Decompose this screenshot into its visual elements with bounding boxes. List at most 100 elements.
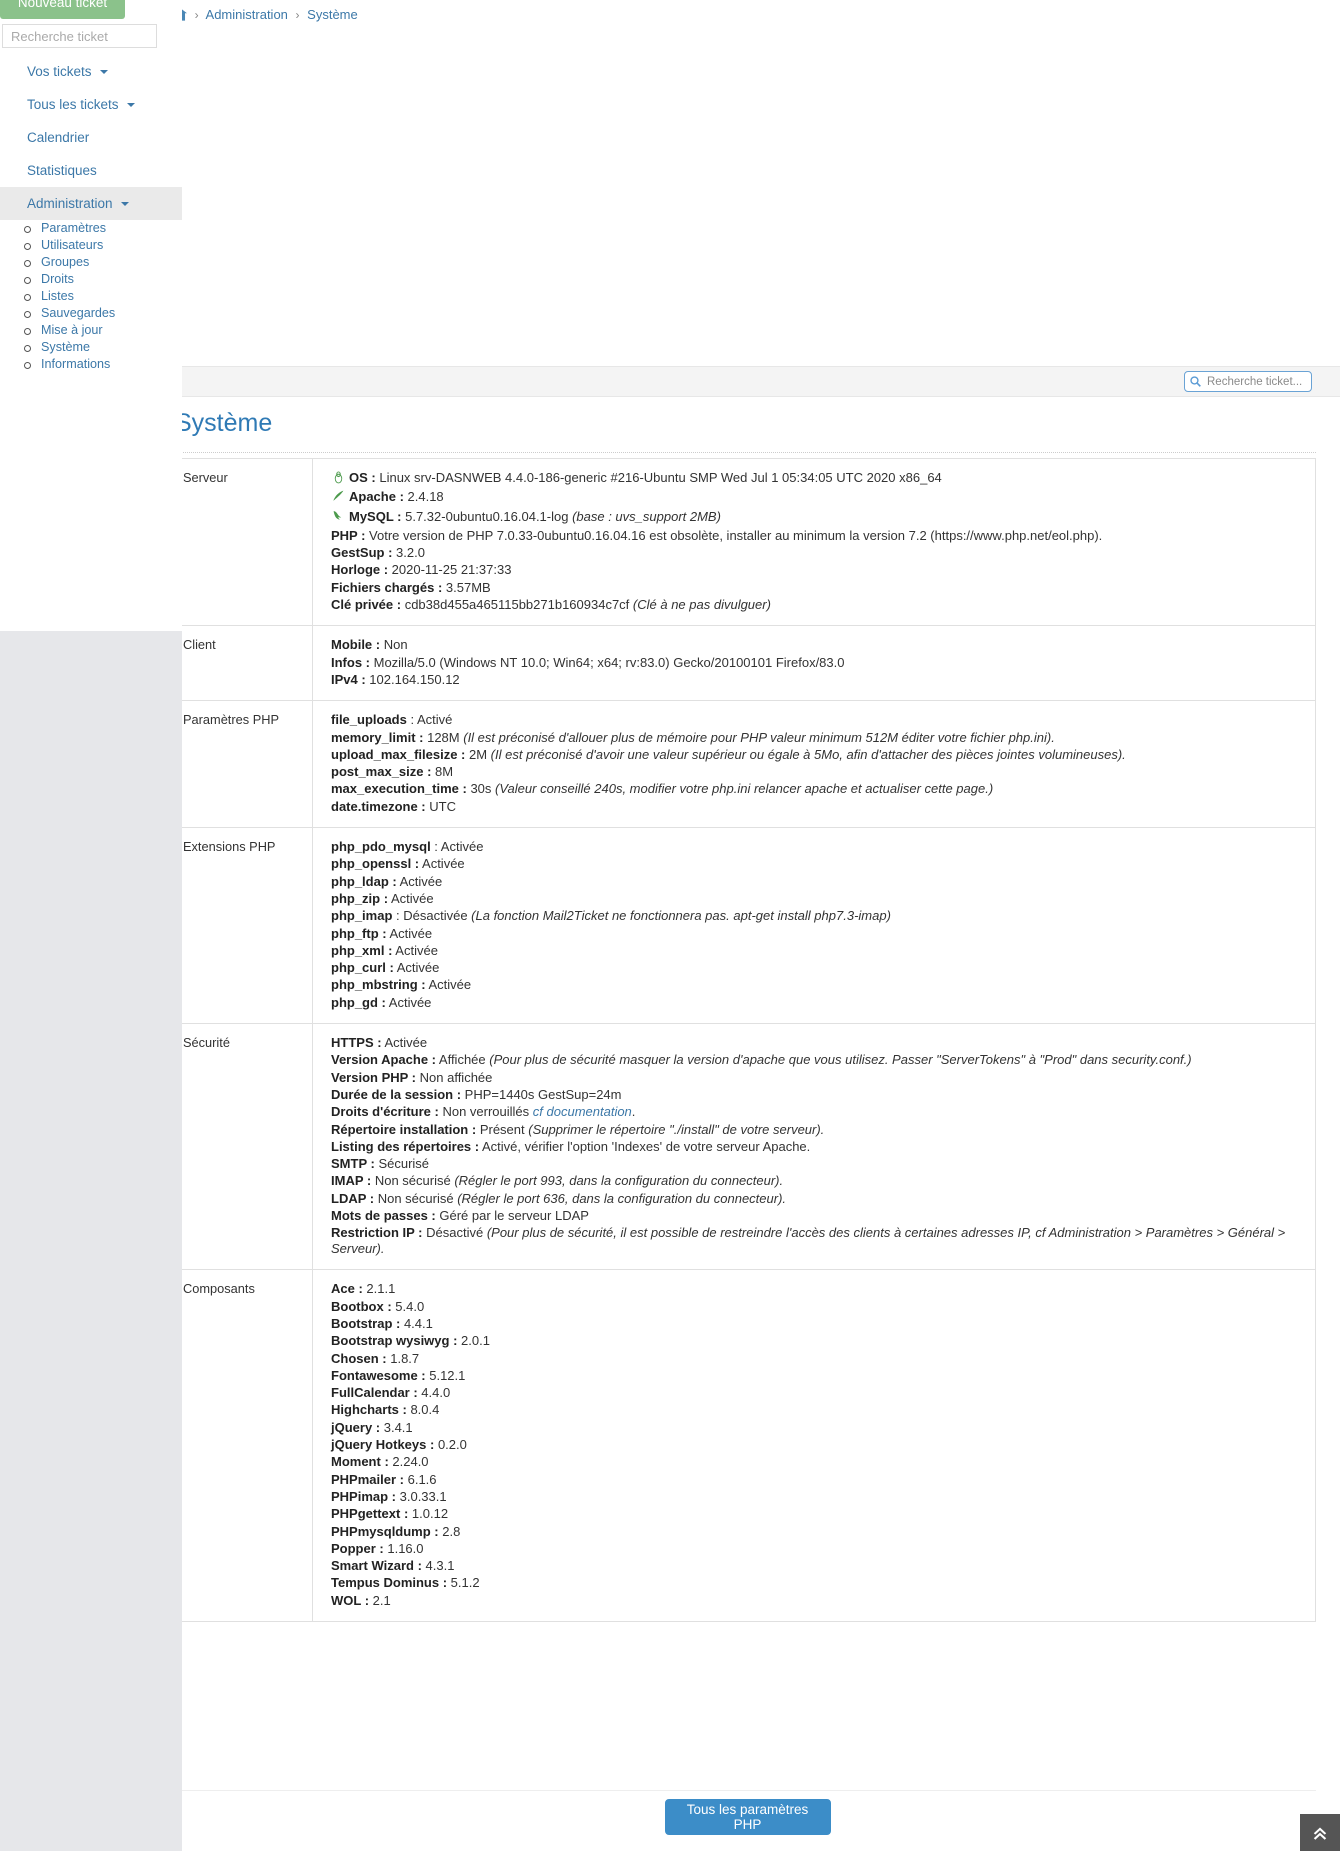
info-line-key: php_gd : [331,994,386,1010]
info-line-key: file_uploads [331,712,407,728]
info-line-value: 2.24.0 [388,1454,429,1470]
info-line-key: PHPmysqldump : [331,1523,439,1539]
sidebar-nav: Vos tickets Tous les tickets Calendrier … [0,55,182,373]
info-line-value: 3.2.0 [392,545,425,561]
new-ticket-button[interactable]: Nouveau ticket [0,0,125,19]
all-php-params-button[interactable]: Tous les paramètres PHP [664,1799,831,1835]
chevron-down-icon [121,202,130,206]
info-line: php_ldap : Activée [331,874,1301,890]
info-line-key: FullCalendar : [331,1385,418,1401]
list-item: Utilisateurs [0,237,182,254]
sidebar-subitem-informations[interactable]: Informations [41,357,110,371]
sidebar-item-label: Administration [27,196,113,211]
sidebar-subitem-mise-a-jour[interactable]: Mise à jour [41,323,103,337]
info-line: max_execution_time : 30s (Valeur conseil… [331,781,1301,797]
info-line: php_mbstring : Activée [331,977,1301,993]
chevron-down-icon [100,70,109,74]
info-line: post_max_size : 8M [331,764,1301,780]
info-line-value: 5.12.1 [425,1367,466,1383]
info-line: IMAP : Non sécurisé (Régler le port 993,… [331,1173,1301,1189]
sidebar-subnav-administration: Paramètres Utilisateurs Groupes Droits L… [0,220,182,373]
info-line-value: 3.4.1 [380,1419,413,1435]
info-line: Répertoire installation : Présent (Suppr… [331,1122,1301,1138]
info-line-value: Présent [476,1121,525,1137]
info-line-value: 4.4.0 [417,1385,451,1401]
info-line: Bootstrap wysiwyg : 2.0.1 [331,1333,1301,1349]
info-line-key: Fontawesome : [331,1367,426,1383]
info-line-key: date.timezone : [331,798,426,814]
linux-icon [331,470,346,488]
info-line-key: Version PHP : [331,1069,417,1085]
info-line-value: 3.0.33.1 [396,1488,447,1504]
info-line: PHP : Votre version de PHP 7.0.33-0ubunt… [331,528,1301,544]
info-line: Durée de la session : PHP=1440s GestSup=… [331,1087,1301,1103]
sidebar-item-label: Calendrier [27,130,90,145]
info-line-key: PHPmailer : [331,1471,404,1487]
info-line-value: Non sécurisé [374,1190,454,1206]
sidebar-subitem-droits[interactable]: Droits [41,272,74,286]
info-line: Droits d'écriture : Non verrouillés cf d… [331,1104,1301,1120]
sidebar-search-input[interactable] [2,24,157,48]
breadcrumb-item-systeme[interactable]: Système [307,7,358,22]
info-line-key: Clé privée : [331,597,402,613]
sidebar-item-administration[interactable]: Administration [0,187,182,220]
info-line: Horloge : 2020-11-25 21:37:33 [331,562,1301,578]
sidebar-subitem-utilisateurs[interactable]: Utilisateurs [41,238,103,252]
info-line-value: 8.0.4 [406,1402,440,1418]
info-line-key: php_mbstring : [331,977,426,993]
ticket-search-box[interactable] [1184,371,1312,392]
info-line-key: HTTPS : [331,1035,382,1051]
info-line-key: memory_limit : [331,729,424,745]
info-line: PHPmailer : 6.1.6 [331,1472,1301,1488]
sidebar-item-calendrier[interactable]: Calendrier [0,121,182,154]
info-line-value: : Désactivée [392,908,468,924]
info-line-value: Activée [385,994,432,1010]
info-line-link[interactable]: cf documentation [533,1104,632,1119]
info-line-value: : Activée [430,839,484,855]
info-line-value: Activée [425,977,472,993]
info-line: upload_max_filesize : 2M (Il est préconi… [331,747,1301,763]
ticket-search-input[interactable] [1205,374,1306,389]
info-line: Ace : 2.1.1 [331,1281,1301,1297]
info-line: Chosen : 1.8.7 [331,1351,1301,1367]
info-line-key: SMTP : [331,1156,375,1172]
info-line-key: Smart Wizard : [331,1558,422,1574]
info-line-key: Fichiers chargés : [331,579,443,595]
info-line: Moment : 2.24.0 [331,1454,1301,1470]
chevron-down-icon [127,103,136,107]
table-row-label: Client [175,625,313,701]
info-line-value: 30s [466,781,492,797]
sidebar-item-tous-les-tickets[interactable]: Tous les tickets [0,88,182,121]
sidebar-item-statistiques[interactable]: Statistiques [0,154,182,187]
system-info-table: Serveur OS : Linux srv-DASNWEB 4.4.0-186-… [175,458,1316,1623]
info-line: PHPimap : 3.0.33.1 [331,1489,1301,1505]
info-line: MySQL : 5.7.32-0ubuntu0.16.04.1-log (bas… [331,509,1301,527]
info-line-value: Activée [386,925,433,941]
breadcrumb-item-administration[interactable]: Administration [206,7,288,22]
breadcrumb: › Administration › Système [172,7,358,24]
info-line-value: Activé, vérifier l'option 'Indexes' de v… [479,1138,811,1154]
info-line: Infos : Mozilla/5.0 (Windows NT 10.0; Wi… [331,655,1301,671]
info-line-value: Activée [393,960,440,976]
sidebar-subitem-groupes[interactable]: Groupes [41,255,89,269]
info-line-note: (Régler le port 636, dans la configurati… [453,1190,787,1206]
info-line: GestSup : 3.2.0 [331,545,1301,561]
table-row-values: Mobile : Non Infos : Mozilla/5.0 (Windows… [312,625,1316,701]
sidebar-subitem-systeme[interactable]: Système [41,340,90,354]
info-line-note: (Il est préconisé d'allouer plus de mémo… [459,729,1055,745]
info-line: Bootstrap : 4.4.1 [331,1316,1301,1332]
sidebar-subitem-sauvegardes[interactable]: Sauvegardes [41,306,115,320]
info-line-key: WOL : [331,1592,370,1608]
sidebar-item-vos-tickets[interactable]: Vos tickets [0,55,182,88]
info-line-key: jQuery : [331,1419,381,1435]
sidebar-subitem-listes[interactable]: Listes [41,289,74,303]
list-item: Mise à jour [0,322,182,339]
scroll-to-top-button[interactable] [1300,1814,1340,1851]
info-line-note: (Supprimer le répertoire "./install" de … [524,1121,825,1137]
info-line-key: Highcharts : [331,1402,407,1418]
info-line-note: (Clé à ne pas divulguer) [629,597,771,613]
sidebar-subitem-parametres[interactable]: Paramètres [41,221,106,235]
list-item: Système [0,339,182,356]
info-line-key: php_zip : [331,890,389,906]
info-line: PHPgettext : 1.0.12 [331,1506,1301,1522]
